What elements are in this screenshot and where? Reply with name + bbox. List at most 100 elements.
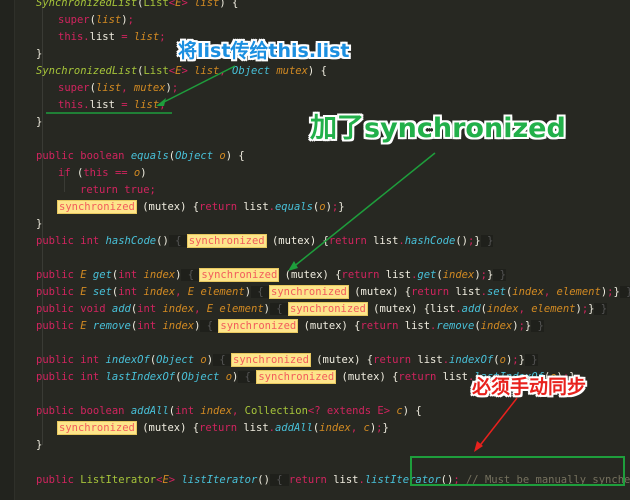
- value: list: [133, 99, 160, 111]
- synchronized-keyword: synchronized: [287, 302, 368, 316]
- list-ref: list: [243, 422, 269, 434]
- annotation-pass-list: 将list传给this.list: [178, 40, 350, 62]
- operator: ==: [114, 167, 128, 179]
- param-name: element: [556, 286, 601, 298]
- modifiers: public boolean: [36, 405, 125, 417]
- keyword: return: [360, 320, 399, 332]
- code-line-ctor1: SynchronizedList(List<E> list) {: [36, 0, 238, 12]
- method-name: add: [111, 303, 131, 315]
- method-name: listIterator: [181, 474, 258, 486]
- method-name: addAll: [274, 422, 313, 434]
- param-name: index: [442, 269, 475, 281]
- method-name: indexOf: [449, 354, 494, 366]
- value: list: [133, 31, 160, 43]
- param-name: index: [143, 286, 176, 298]
- method-name: lastIndexOf: [105, 371, 176, 383]
- keyword: return: [341, 269, 380, 281]
- code-line-sync-equals: synchronized (mutex) {return list.equals…: [57, 200, 345, 214]
- modifiers: public: [36, 269, 74, 281]
- param-type: int: [118, 269, 138, 281]
- modifiers: public: [36, 320, 74, 332]
- synchronized-keyword: synchronized: [186, 234, 267, 248]
- return-type: E: [80, 286, 87, 298]
- synchronized-keyword: synchronized: [57, 421, 137, 435]
- synchronized-keyword: synchronized: [269, 285, 349, 299]
- mutex: mutex: [347, 371, 380, 383]
- method-name: hashCode: [404, 235, 456, 247]
- param-name: index: [319, 422, 351, 434]
- code-line-indexof: public int indexOf(Object o) { synchroni…: [36, 353, 538, 367]
- param-type: int: [175, 405, 195, 417]
- keyword: return: [288, 474, 327, 486]
- synchronized-keyword: synchronized: [57, 200, 137, 214]
- param-type: Collection: [244, 405, 308, 417]
- list-ref: list: [373, 235, 399, 247]
- arg: mutex: [133, 82, 166, 94]
- return-statement: return true;: [80, 184, 156, 196]
- annotation-manual-sync: 必须手动同步: [472, 376, 587, 398]
- param-type: Object: [175, 150, 214, 162]
- field: list: [89, 99, 115, 111]
- synchronized-keyword: synchronized: [256, 370, 337, 384]
- code-line-addall: public boolean addAll(int index, Collect…: [36, 405, 422, 417]
- method-name: indexOf: [105, 354, 150, 366]
- param-name: element: [219, 303, 264, 315]
- keyword: return: [373, 354, 412, 366]
- param-type: int: [137, 303, 157, 315]
- keyword: return: [398, 371, 437, 383]
- method-name: remove: [92, 320, 131, 332]
- modifiers: public void: [36, 303, 106, 315]
- modifiers: public int: [36, 354, 100, 366]
- mutex: mutex: [278, 235, 310, 247]
- param-type: Object: [181, 371, 220, 383]
- constructor-name: SynchronizedList: [36, 0, 138, 9]
- param-name: index: [200, 405, 233, 417]
- code-line-sync-addall: synchronized (mutex) {return list.addAll…: [57, 421, 389, 435]
- code-line-if: if (this == o): [58, 167, 147, 179]
- method-name: set: [486, 286, 506, 298]
- param-type: int: [118, 286, 138, 298]
- comment-highlight-box: [410, 456, 625, 486]
- keyword: return: [199, 422, 238, 434]
- code-line-brace: }: [36, 116, 43, 128]
- method-name: equals: [274, 201, 313, 213]
- code-line-hashcode: public int hashCode() { synchronized (mu…: [36, 234, 494, 248]
- mutex: mutex: [148, 201, 181, 213]
- modifiers: public int: [36, 235, 100, 247]
- method-name: add: [461, 303, 481, 315]
- param-type: int: [137, 320, 157, 332]
- param-type: E: [206, 303, 214, 315]
- method-name: set: [92, 286, 112, 298]
- param-type: Object: [232, 65, 270, 77]
- keyword: this: [58, 31, 84, 43]
- keyword: return: [199, 201, 238, 213]
- code-line-ctor2: SynchronizedList(List<E> list, Object mu…: [36, 65, 327, 77]
- param-type: E: [187, 286, 195, 298]
- mutex: mutex: [309, 320, 342, 332]
- modifiers: public boolean: [36, 150, 125, 162]
- param-name: mutex: [276, 65, 308, 77]
- synchronized-keyword: synchronized: [218, 319, 299, 333]
- synchronized-keyword: synchronized: [199, 268, 280, 282]
- list-ref: list: [333, 474, 359, 486]
- param-name: element: [531, 303, 576, 315]
- param-name: list: [194, 0, 220, 9]
- code-editor[interactable]: SynchronizedList(List<E> list) { super(l…: [36, 0, 630, 500]
- list-ref: list: [404, 320, 431, 332]
- code-line-brace: }: [36, 218, 43, 230]
- method-name: addAll: [130, 405, 169, 417]
- editor-gutter: [0, 0, 15, 500]
- list-ref: list: [243, 201, 269, 213]
- keyword: this: [83, 167, 109, 179]
- code-line-super: super(list, mutex);: [58, 82, 179, 94]
- field: list: [89, 31, 115, 43]
- modifiers: public: [36, 286, 74, 298]
- param-type: List: [143, 65, 169, 77]
- param-name: index: [486, 303, 519, 315]
- annotation-synchronized: 加了synchronized: [310, 113, 566, 144]
- method-name: equals: [130, 150, 169, 162]
- mutex: mutex: [379, 303, 412, 315]
- return-type: ListIterator: [80, 474, 157, 486]
- return-type: E: [80, 320, 87, 332]
- mutex: mutex: [360, 286, 393, 298]
